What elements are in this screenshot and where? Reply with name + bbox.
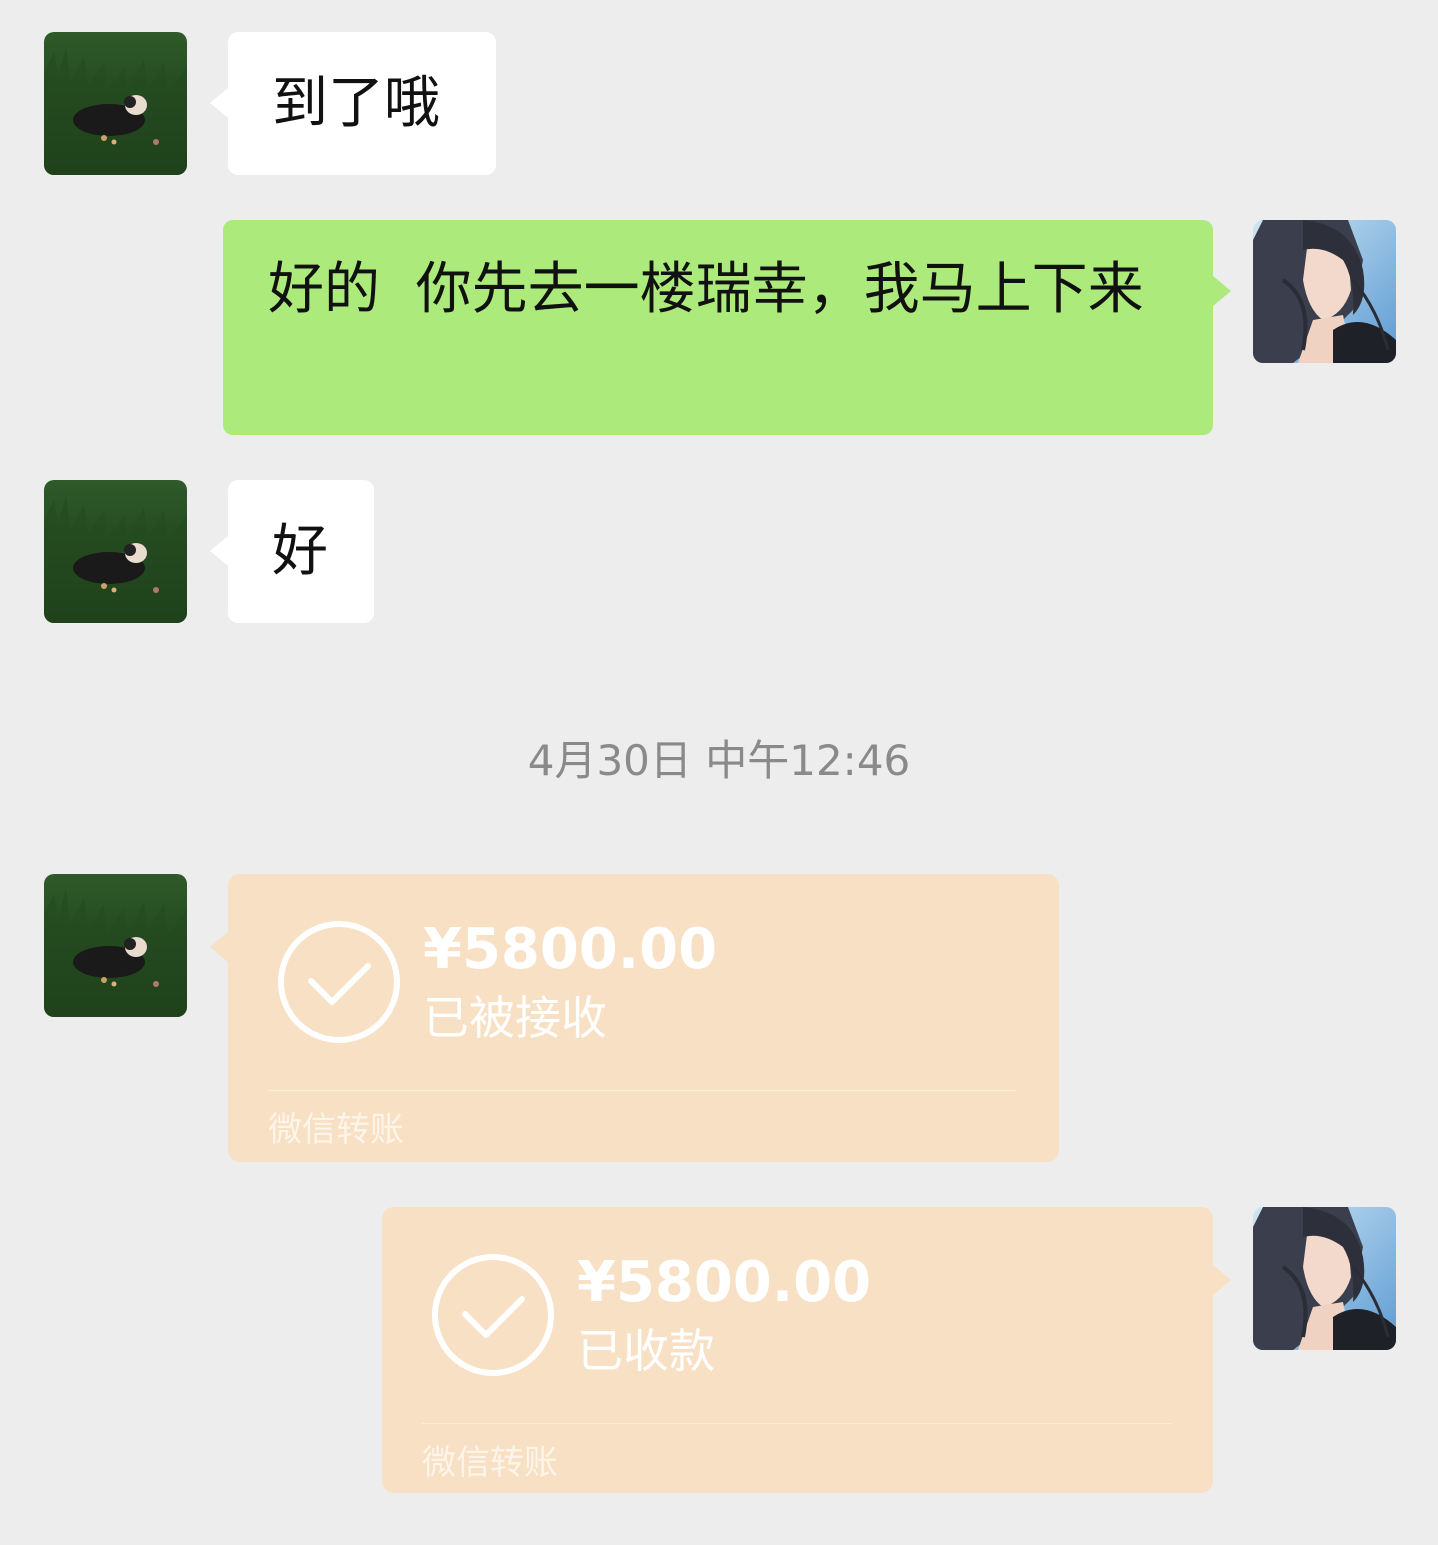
anime-portrait-avatar-icon (1253, 1207, 1396, 1350)
contact-avatar[interactable] (44, 480, 187, 623)
bubble-tail (1213, 1265, 1231, 1295)
transfer-card[interactable]: ¥5800.00 已收款 微信转账 (382, 1207, 1231, 1493)
transfer-card[interactable]: ¥5800.00 已被接收 微信转账 (210, 874, 1059, 1162)
divider (268, 1090, 1017, 1091)
contact-avatar[interactable] (44, 32, 187, 175)
outgoing-message-bubble[interactable]: 好的 你先去一楼瑞幸，我马上下来 (223, 220, 1231, 435)
check-circle-icon (276, 919, 402, 1045)
message-text: 好的 你先去一楼瑞幸，我马上下来 (268, 257, 1144, 322)
transfer-status: 已被接收 (423, 991, 607, 1045)
transfer-status: 已收款 (577, 1324, 715, 1378)
grass-field-avatar-icon (44, 874, 187, 1017)
grass-field-avatar-icon (44, 480, 187, 623)
bubble-tail (210, 932, 228, 962)
message-text: 到了哦 (272, 71, 440, 136)
bubble-tail (210, 536, 228, 566)
transfer-brand-label: 微信转账 (422, 1443, 558, 1483)
bubble-tail (1213, 276, 1231, 306)
transfer-brand-label: 微信转账 (268, 1110, 404, 1150)
contact-avatar[interactable] (44, 874, 187, 1017)
divider (422, 1423, 1171, 1424)
transfer-amount: ¥5800.00 (423, 917, 718, 982)
chat-timestamp: 4月30日 中午12:46 (527, 736, 911, 785)
transfer-amount: ¥5800.00 (577, 1250, 872, 1315)
anime-portrait-avatar-icon (1253, 220, 1396, 363)
check-circle-icon (430, 1252, 556, 1378)
incoming-message-bubble[interactable]: 到了哦 (210, 32, 496, 175)
self-avatar[interactable] (1253, 1207, 1396, 1350)
bubble-tail (210, 88, 228, 118)
incoming-message-bubble[interactable]: 好 (210, 480, 374, 623)
message-text: 好 (272, 519, 328, 584)
self-avatar[interactable] (1253, 220, 1396, 363)
grass-field-avatar-icon (44, 32, 187, 175)
